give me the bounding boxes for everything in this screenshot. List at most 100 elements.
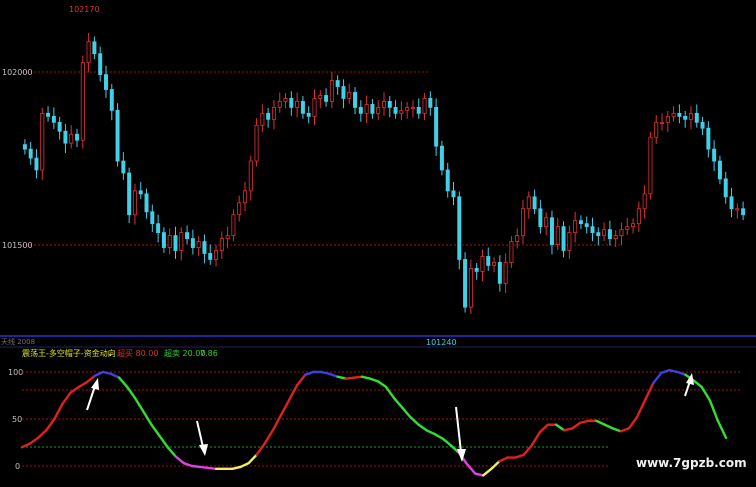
candle-body [138, 190, 143, 195]
candle-body [109, 89, 114, 111]
candle-body [144, 193, 149, 213]
candle-body [57, 121, 62, 132]
candle-body [596, 232, 601, 236]
osc-tick-100: 100 [8, 368, 23, 377]
oscillator-segment [401, 406, 412, 419]
price-tick-102000: 102000 [2, 68, 33, 77]
candle-body [179, 232, 184, 251]
candle-body [688, 112, 693, 120]
candle-body [393, 106, 398, 114]
oscillator-segment [344, 376, 355, 380]
candle-body [741, 208, 746, 216]
oscillator-segment [482, 467, 493, 477]
oscillator-segment [562, 427, 574, 432]
candle-body [636, 208, 641, 225]
oscillator-segment [490, 460, 501, 471]
candle-body [231, 214, 236, 237]
candle-body [75, 133, 80, 141]
candle-body [457, 196, 462, 260]
candle-body [521, 208, 526, 237]
candle-body [387, 101, 392, 108]
oscillator-segment [142, 410, 153, 426]
candle-body [463, 259, 468, 308]
oscillator-segment [320, 370, 331, 376]
oscillator-segment [676, 370, 687, 377]
candle-body [654, 121, 659, 138]
oscillator-series [20, 368, 728, 477]
oscillator-segment [384, 385, 396, 400]
candle-body [353, 92, 358, 108]
oscillator-segment [336, 375, 347, 380]
candle-body [185, 232, 190, 239]
candle-body [51, 115, 56, 123]
candle-body [300, 101, 305, 114]
oscillator-segment [287, 383, 299, 402]
candle-body [22, 144, 27, 150]
oscillator-segment [441, 437, 453, 447]
oscillator-segment [93, 370, 105, 377]
indicator-dropdown-icon[interactable]: ⌄ [107, 349, 114, 358]
candle-body [468, 267, 473, 308]
oscillator-segment [692, 379, 703, 389]
oscillator-segment [498, 456, 509, 463]
candle-body [121, 160, 126, 174]
oscillator-segment [514, 453, 525, 459]
oscillator-segment [708, 399, 720, 423]
candle-body [127, 172, 132, 216]
candle-body [260, 112, 265, 126]
candle-body [555, 226, 560, 245]
oscillator-segment [36, 429, 48, 439]
candle-body [225, 235, 230, 239]
oscillator-segment [206, 466, 218, 471]
candle-body [509, 241, 514, 263]
candle-body [410, 106, 415, 109]
oscillator-segment [174, 455, 186, 465]
price-low-label: 101240 [426, 338, 457, 347]
candle-body [445, 169, 450, 192]
arrow-marker-3 [455, 406, 466, 462]
candle-body [167, 235, 172, 248]
candle-body [376, 106, 381, 114]
candle-body [671, 112, 676, 117]
oscillator-segment [571, 421, 582, 430]
candle-body [665, 115, 670, 123]
oscillator-segment [595, 419, 606, 426]
indicator-title[interactable]: 震荡王-多空帽子-资金动向 [22, 348, 116, 358]
oscillator-segment [368, 377, 380, 383]
candle-body [607, 229, 612, 239]
oscillator-segment [643, 382, 655, 402]
candle-body [590, 226, 595, 234]
candle-body [312, 98, 317, 117]
indicator-current-value: 7.86 [200, 349, 218, 358]
candle-body [202, 241, 207, 254]
oscillator-segment [417, 423, 428, 432]
candle-body [706, 127, 711, 150]
candle-body [34, 157, 39, 171]
candle-body [46, 112, 51, 117]
oscillator-segment [263, 429, 275, 445]
candle-body [677, 112, 682, 117]
oscillator-segment [109, 372, 121, 379]
candle-body [497, 262, 502, 284]
candle-body [735, 208, 740, 211]
candle-body [578, 220, 583, 225]
candle-body [567, 232, 572, 251]
candle-body [271, 106, 276, 120]
candle-body [492, 262, 497, 266]
oscillator-segment [61, 391, 72, 406]
candle-body [723, 178, 728, 198]
oscillator-segment [473, 472, 485, 477]
oscillator-segment [231, 465, 242, 471]
oscillator-segment [28, 436, 40, 445]
oscillator-segment [619, 427, 631, 433]
candle-body [289, 98, 294, 108]
candle-body [631, 223, 636, 228]
oscillator-segment [530, 430, 542, 447]
oscillator-segment [376, 380, 388, 389]
period-label: 天线 2008 [1, 337, 35, 346]
candle-body [115, 109, 120, 162]
oscillator-segment [425, 429, 436, 436]
candle-body [712, 148, 717, 162]
candle-body [700, 121, 705, 129]
candle-body [283, 98, 288, 102]
